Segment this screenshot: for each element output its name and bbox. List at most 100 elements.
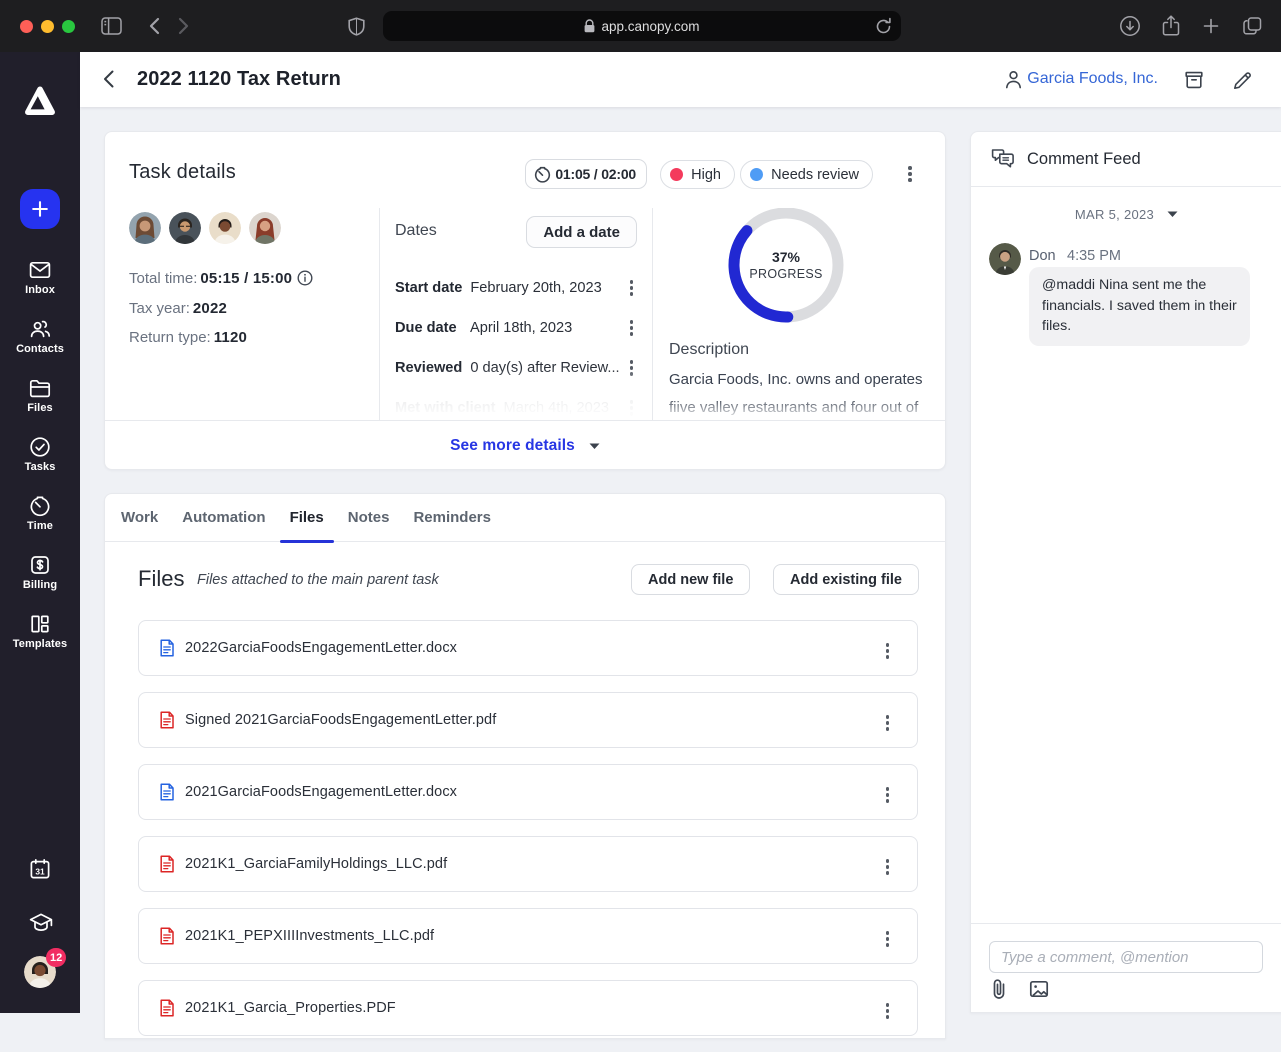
file-row[interactable]: 2021K1_PEPXIIIInvestments_LLC.pdf [138, 908, 918, 964]
sidebar-item-inbox[interactable]: Inbox [0, 258, 80, 317]
tab-notes[interactable]: Notes [338, 494, 400, 542]
browser-sidebar-toggle-icon[interactable] [101, 17, 122, 35]
file-menu-kebab[interactable] [882, 783, 894, 807]
comment-author-avatar[interactable] [989, 243, 1021, 275]
comment-input[interactable] [989, 941, 1263, 973]
client-link[interactable]: Garcia Foods, Inc. [1004, 69, 1158, 89]
pdf-file-icon [158, 927, 176, 945]
add-new-file-button[interactable]: Add new file [631, 564, 750, 595]
file-name: 2021K1_GarciaFamilyHoldings_LLC.pdf [185, 856, 447, 872]
assignee-avatar[interactable] [249, 212, 281, 244]
window-close-button[interactable] [20, 20, 33, 33]
pdf-file-icon [158, 711, 176, 729]
window-controls [20, 20, 75, 33]
file-name: 2021K1_PEPXIIIInvestments_LLC.pdf [185, 928, 434, 944]
window-minimize-button[interactable] [41, 20, 54, 33]
file-name: 2021K1_Garcia_Properties.PDF [185, 1000, 396, 1016]
pdf-file-icon [158, 855, 176, 873]
file-row[interactable]: 2021K1_GarciaFamilyHoldings_LLC.pdf [138, 836, 918, 892]
file-menu-kebab[interactable] [882, 855, 894, 879]
sidebar-item-contacts[interactable]: Contacts [0, 317, 80, 376]
progress-percent: 37% [772, 249, 800, 265]
total-time-row: Total time:05:15 / 15:00 [129, 270, 313, 287]
file-name: Signed 2021GarciaFoodsEngagementLetter.p… [185, 712, 496, 728]
return-type-row: Return type:1120 [129, 329, 247, 346]
tab-overview-icon[interactable] [1241, 15, 1263, 37]
assignee-avatar[interactable] [169, 212, 201, 244]
sidebar-item-billing[interactable]: Billing [0, 553, 80, 612]
comment-feed-header: Comment Feed [971, 132, 1281, 187]
comments-icon [990, 147, 1016, 171]
downloads-icon[interactable] [1119, 15, 1141, 37]
privacy-shield-icon[interactable] [348, 17, 365, 36]
new-tab-icon[interactable] [1201, 16, 1221, 36]
sidebar-item-label: Inbox [25, 284, 55, 296]
file-row[interactable]: Signed 2021GarciaFoodsEngagementLetter.p… [138, 692, 918, 748]
file-menu-kebab[interactable] [882, 639, 894, 663]
date-row-kebab[interactable] [626, 316, 638, 340]
reload-icon[interactable] [875, 17, 892, 35]
back-button[interactable] [97, 68, 119, 90]
attach-file-icon[interactable] [989, 978, 1009, 1000]
attach-image-icon[interactable] [1028, 978, 1050, 1000]
share-icon[interactable] [1161, 14, 1181, 38]
tab-automation[interactable]: Automation [172, 494, 275, 542]
assignee-avatar[interactable] [129, 212, 161, 244]
education-icon[interactable] [28, 911, 54, 935]
date-row-kebab[interactable] [626, 356, 638, 380]
file-menu-kebab[interactable] [882, 711, 894, 735]
create-new-button[interactable] [20, 189, 60, 229]
comment-date-separator[interactable]: MAR 5, 2023 [971, 207, 1281, 222]
divider [971, 923, 1281, 924]
address-bar[interactable]: app.canopy.com [383, 11, 901, 41]
see-more-details-button[interactable]: See more details [105, 421, 945, 471]
date-row-kebab[interactable] [626, 396, 638, 420]
comment-feed-panel: Comment Feed MAR 5, 2023 Don 4:35 PM @ma… [970, 131, 1281, 1013]
tab-work[interactable]: Work [111, 494, 168, 542]
info-icon[interactable] [297, 270, 313, 286]
task-menu-kebab[interactable] [904, 162, 916, 186]
archive-icon[interactable] [1183, 69, 1205, 91]
sidebar-item-files[interactable]: Files [0, 376, 80, 435]
canopy-logo[interactable] [24, 85, 56, 117]
files-icon [28, 376, 52, 400]
edit-icon[interactable] [1231, 69, 1253, 91]
tasks-icon [28, 435, 52, 459]
assignee-avatar[interactable] [209, 212, 241, 244]
sidebar-item-label: Tasks [25, 461, 56, 473]
sidebar-item-label: Time [27, 520, 53, 532]
calendar-icon[interactable]: 31 [28, 857, 52, 881]
tax-year-row: Tax year:2022 [129, 300, 227, 317]
file-row[interactable]: 2021K1_Garcia_Properties.PDF [138, 980, 918, 1036]
contacts-icon [28, 317, 52, 341]
assignee-avatars[interactable] [129, 212, 281, 244]
description-text: Garcia Foods, Inc. owns and operates fii… [669, 366, 931, 420]
sidebar-item-time[interactable]: Time [0, 494, 80, 553]
sidebar-item-templates[interactable]: Templates [0, 612, 80, 671]
add-date-button[interactable]: Add a date [526, 216, 637, 248]
tab-reminders[interactable]: Reminders [403, 494, 501, 542]
date-row-kebab[interactable] [626, 276, 638, 300]
svg-text:31: 31 [35, 866, 45, 876]
timer-value: 01:05 / 02:00 [555, 166, 636, 182]
file-row[interactable]: 2022GarciaFoodsEngagementLetter.docx [138, 620, 918, 676]
file-menu-kebab[interactable] [882, 999, 894, 1023]
status-pill[interactable]: Needs review [740, 160, 873, 189]
window-zoom-button[interactable] [62, 20, 75, 33]
file-row[interactable]: 2021GarciaFoodsEngagementLetter.docx [138, 764, 918, 820]
priority-pill[interactable]: High [660, 160, 735, 189]
date-row: Met with client March 4th, 2023 [395, 388, 637, 420]
progress-donut: 37% PROGRESS [728, 208, 844, 323]
timer-pill[interactable]: 01:05 / 02:00 [525, 159, 647, 189]
page-title: 2022 1120 Tax Return [137, 68, 341, 91]
browser-back-icon[interactable] [148, 17, 160, 35]
sidebar-item-tasks[interactable]: Tasks [0, 435, 80, 494]
file-menu-kebab[interactable] [882, 927, 894, 951]
tab-files[interactable]: Files [280, 494, 334, 542]
docx-file-icon [158, 639, 176, 657]
inbox-icon [28, 258, 52, 282]
priority-dot [670, 168, 683, 181]
lock-icon [584, 19, 595, 33]
browser-forward-icon[interactable] [178, 17, 190, 35]
add-existing-file-button[interactable]: Add existing file [773, 564, 919, 595]
